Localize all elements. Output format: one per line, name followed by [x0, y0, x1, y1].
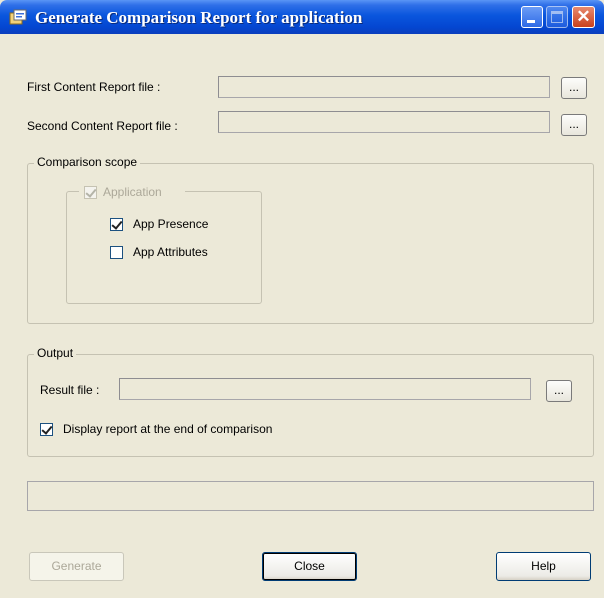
application-checkbox [84, 186, 97, 199]
comparison-scope-legend: Comparison scope [34, 155, 141, 169]
result-file-browse-button[interactable]: ... [546, 380, 572, 402]
minimize-button[interactable] [521, 6, 543, 28]
window-title: Generate Comparison Report for applicati… [35, 8, 363, 27]
first-report-label: First Content Report file : [27, 80, 161, 94]
application-legend: Application [79, 184, 185, 200]
first-report-browse-button[interactable]: ... [561, 77, 587, 99]
second-report-input[interactable] [218, 111, 550, 133]
help-button[interactable]: Help [496, 552, 591, 581]
status-bar [27, 481, 594, 511]
application-label: Application [103, 185, 162, 199]
report-icon [9, 9, 27, 25]
app-presence-checkbox[interactable] [110, 218, 123, 231]
app-attributes-label: App Attributes [133, 245, 208, 259]
close-button[interactable]: Close [262, 552, 357, 581]
close-window-button[interactable]: ✕ [572, 6, 595, 28]
dialog-window: Generate Comparison Report for applicati… [0, 0, 604, 598]
maximize-button [546, 6, 568, 28]
result-file-input[interactable] [119, 378, 531, 400]
output-legend: Output [34, 346, 77, 360]
app-presence-label: App Presence [133, 217, 209, 231]
display-report-checkbox[interactable] [40, 423, 53, 436]
output-group [27, 354, 594, 457]
second-report-label: Second Content Report file : [27, 119, 178, 133]
title-bar[interactable]: Generate Comparison Report for applicati… [0, 0, 604, 34]
generate-button[interactable]: Generate [29, 552, 124, 581]
app-attributes-checkbox[interactable] [110, 246, 123, 259]
result-file-label: Result file : [40, 383, 100, 397]
close-icon: ✕ [576, 7, 591, 26]
display-report-label: Display report at the end of comparison [63, 422, 273, 436]
first-report-input[interactable] [218, 76, 550, 98]
second-report-browse-button[interactable]: ... [561, 114, 587, 136]
minimize-icon [527, 20, 535, 23]
maximize-icon [551, 11, 563, 23]
